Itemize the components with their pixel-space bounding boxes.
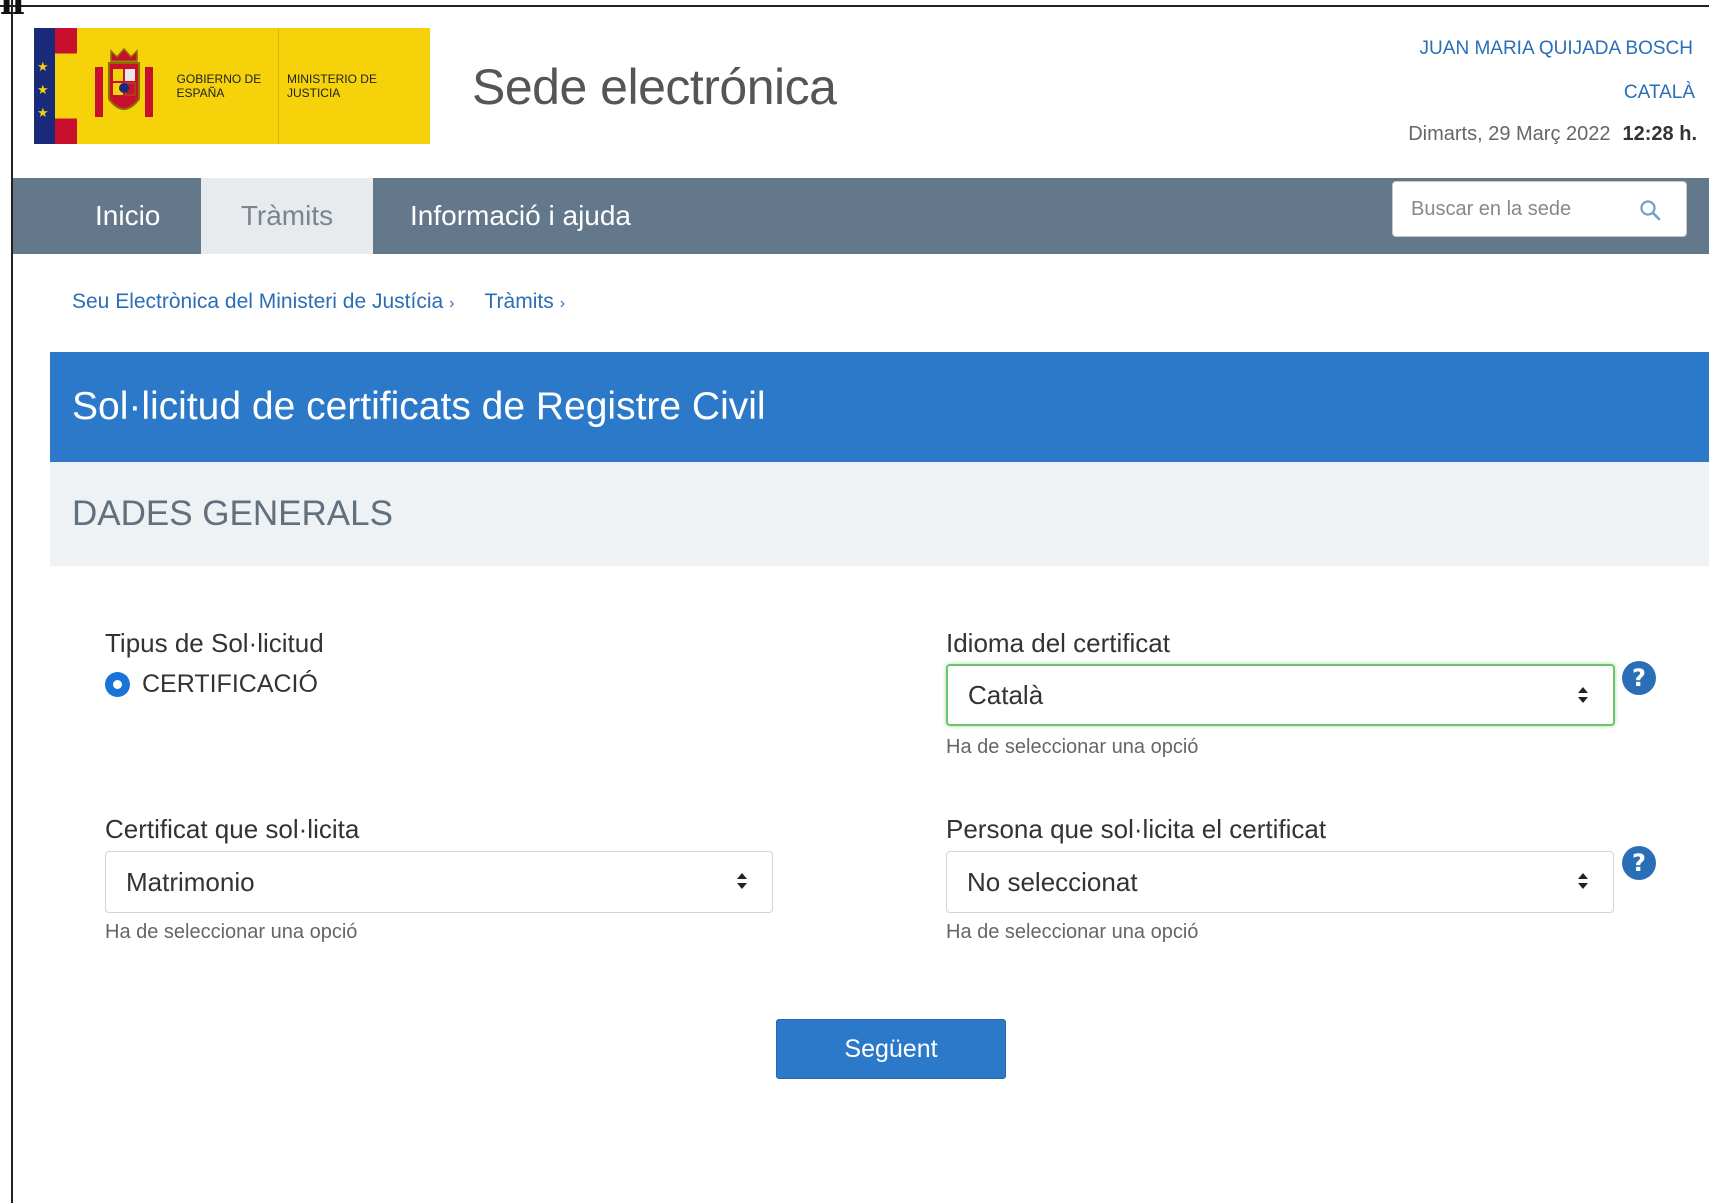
- language-select-value: Català: [968, 679, 1044, 710]
- requester-select-value: No seleccionat: [967, 866, 1138, 897]
- nav-item-inicio[interactable]: Inicio: [95, 178, 160, 254]
- logo-ministry-text: MINISTERIO DE JUSTICIA: [277, 28, 430, 144]
- help-icon[interactable]: ?: [1622, 661, 1656, 695]
- corner-glyph: π: [0, 0, 25, 23]
- government-logo[interactable]: ★ ★ ★ GOBIERNO DE ESPAÑA MINISTERIO DE JUS…: [34, 28, 430, 144]
- breadcrumb-item-seu[interactable]: Seu Electrònica del Ministeri de Justíci…: [72, 290, 455, 314]
- language-hint: Ha de seleccionar una opció: [946, 736, 1199, 758]
- language-select[interactable]: Català: [946, 664, 1615, 726]
- select-caret-icon: [1578, 687, 1588, 703]
- main-nav: Inicio Tràmits Informació i ajuda: [13, 178, 1709, 254]
- page-title-banner: Sol·licitud de certificats de Registre C…: [50, 352, 1709, 462]
- section-header: DADES GENERALS: [50, 462, 1709, 566]
- window-top-border: [0, 0, 1709, 7]
- current-time: 12:28 h.: [1622, 123, 1697, 145]
- next-button[interactable]: Següent: [776, 1019, 1006, 1079]
- nav-item-informacio[interactable]: Informació i ajuda: [410, 178, 631, 254]
- radio-selected-icon[interactable]: [105, 672, 130, 697]
- request-type-label: Tipus de Sol·licitud: [105, 628, 324, 658]
- breadcrumb-item-tramits[interactable]: Tràmits ›: [485, 290, 566, 314]
- current-date: Dimarts, 29 Març 2022: [1408, 123, 1611, 145]
- spain-flag-stripe: [55, 28, 77, 144]
- language-link[interactable]: CATALÀ: [1624, 82, 1695, 104]
- requester-select[interactable]: No seleccionat: [946, 851, 1614, 913]
- certificate-hint: Ha de seleccionar una opció: [105, 921, 358, 943]
- select-caret-icon: [737, 873, 747, 889]
- radio-certificacio-label: CERTIFICACIÓ: [142, 670, 318, 698]
- certificate-select[interactable]: Matrimonio: [105, 851, 773, 913]
- search-input[interactable]: [1411, 197, 1631, 221]
- eu-flag-icon: ★ ★ ★: [34, 28, 56, 144]
- logo-gov-text: GOBIERNO DE ESPAÑA: [176, 72, 262, 100]
- search-icon[interactable]: [1638, 198, 1662, 222]
- requester-hint: Ha de seleccionar una opció: [946, 921, 1199, 943]
- certificate-label: Certificat que sol·licita: [105, 814, 360, 844]
- select-caret-icon: [1578, 873, 1588, 889]
- date-time: Dimarts, 29 Març 2022 12:28 h.: [1408, 123, 1697, 146]
- page-title: Sol·licitud de certificats de Registre C…: [72, 385, 766, 428]
- language-label: Idioma del certificat: [946, 628, 1170, 658]
- certificate-select-value: Matrimonio: [126, 866, 255, 897]
- spain-crest-icon: [77, 28, 171, 144]
- section-title: DADES GENERALS: [72, 494, 393, 533]
- user-name-link[interactable]: JUAN MARIA QUIJADA BOSCH: [1420, 38, 1693, 60]
- breadcrumb: Seu Electrònica del Ministeri de Justíci…: [72, 290, 595, 314]
- search-box: [1392, 181, 1687, 237]
- requester-label: Persona que sol·licita el certificat: [946, 814, 1327, 844]
- radio-certificacio[interactable]: CERTIFICACIÓ: [105, 670, 318, 699]
- site-title[interactable]: Sede electrónica: [472, 58, 837, 116]
- help-icon[interactable]: ?: [1622, 846, 1656, 880]
- nav-item-tramits[interactable]: Tràmits: [201, 178, 373, 254]
